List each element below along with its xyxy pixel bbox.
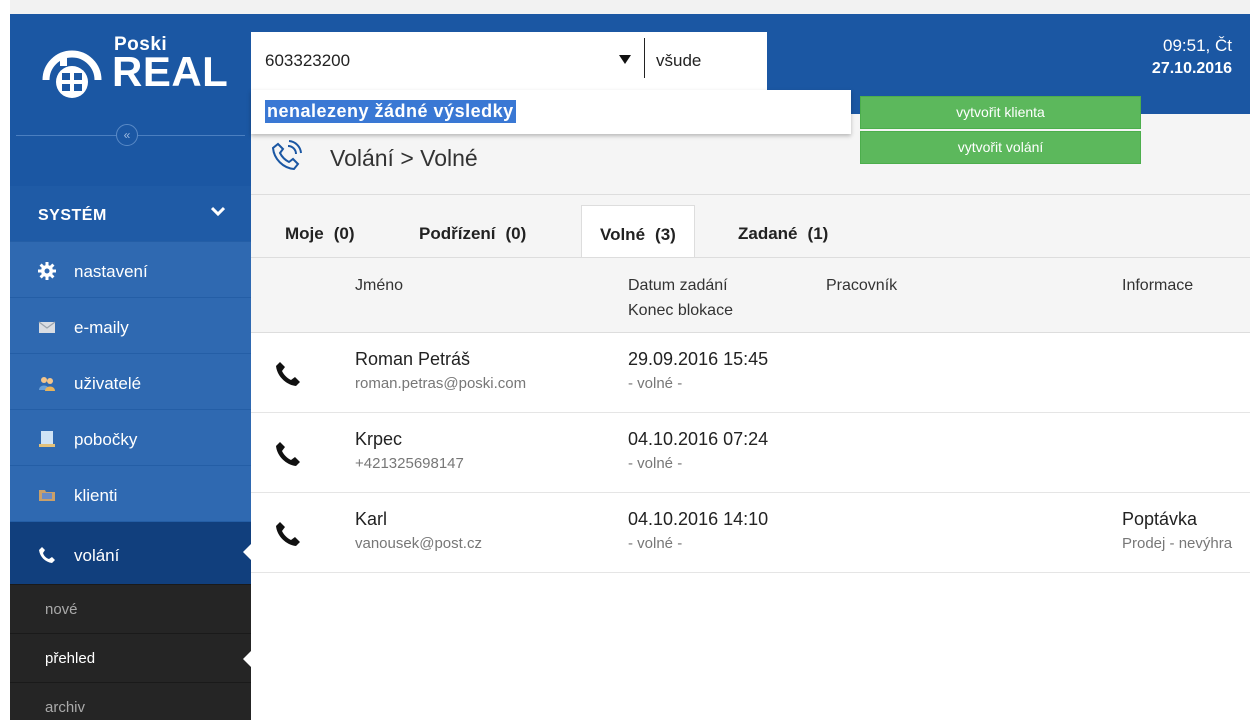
create-client-button[interactable]: vytvořit klienta <box>860 96 1141 129</box>
tab-subordinates[interactable]: Podřízení (0) <box>419 205 526 257</box>
row-date: 04.10.2016 14:10 <box>628 509 769 529</box>
tab-label: Podřízení <box>419 224 496 243</box>
tab-label: Volné <box>600 225 646 244</box>
sidebar-subitem-label: archiv <box>45 699 86 716</box>
table-row[interactable]: Krpec +421325698147 04.10.2016 07:24 - v… <box>251 413 1250 493</box>
sidebar-item-settings[interactable]: nastavení <box>10 241 251 297</box>
phone-ringing-icon <box>271 140 302 171</box>
row-name: Roman Petráš <box>355 349 471 369</box>
table-header: Jméno Datum zadání Konec blokace Pracovn… <box>251 258 1250 333</box>
dropdown-arrow-icon[interactable] <box>618 52 632 66</box>
search-separator <box>644 38 645 78</box>
create-call-button[interactable]: vytvořit volání <box>860 131 1141 164</box>
table-row[interactable]: Karl vanousek@post.cz 04.10.2016 14:10 -… <box>251 493 1250 573</box>
sidebar-subitem-archive[interactable]: archiv <box>10 682 251 720</box>
section-system[interactable]: SYSTÉM <box>10 186 251 241</box>
column-header-name[interactable]: Jméno <box>355 273 403 298</box>
tab-count: (3) <box>655 225 676 244</box>
column-header-worker[interactable]: Pracovník <box>826 273 897 298</box>
section-title: SYSTÉM <box>38 207 107 224</box>
users-icon <box>39 377 55 391</box>
row-contact: +421325698147 <box>355 455 464 472</box>
tab-count: (0) <box>505 224 527 243</box>
tab-label: Moje <box>285 224 324 243</box>
sidebar-subitem-label: přehled <box>45 650 96 667</box>
phone-icon[interactable] <box>275 521 301 547</box>
app-window: Poski REAL « SYSTÉM nastavení e-maily už… <box>10 14 1250 720</box>
logo[interactable]: Poski REAL <box>40 34 230 104</box>
sidebar-item-label: klienti <box>74 486 118 505</box>
sidebar-item-label: pobočky <box>74 430 138 449</box>
calls-table: Jméno Datum zadání Konec blokace Pracovn… <box>251 257 1250 720</box>
top-strip <box>10 0 1250 14</box>
sidebar-item-label: e-maily <box>74 318 129 337</box>
gear-icon <box>38 262 56 280</box>
search-input[interactable] <box>265 46 605 76</box>
sidebar-item-emails[interactable]: e-maily <box>10 297 251 353</box>
row-date: 29.09.2016 15:45 <box>628 349 769 369</box>
phone-icon <box>39 547 55 563</box>
collapse-sidebar-button[interactable]: « <box>116 124 138 146</box>
row-info-sub: Prodej - nevýhra <box>1122 535 1233 552</box>
table-row[interactable]: Roman Petráš roman.petras@poski.com 29.0… <box>251 333 1250 413</box>
row-name: Krpec <box>355 429 403 449</box>
phone-icon[interactable] <box>275 361 301 387</box>
brand-line2: REAL <box>112 48 229 95</box>
row-contact: roman.petras@poski.com <box>355 375 527 392</box>
phone-icon[interactable] <box>275 441 301 467</box>
tab-count: (0) <box>333 224 355 243</box>
sidebar: Poski REAL « SYSTÉM nastavení e-maily už… <box>10 14 251 720</box>
logo-area: Poski REAL « <box>10 14 251 186</box>
tab-assigned[interactable]: Zadané (1) <box>738 205 828 257</box>
search-results-dropdown: nenalezeny žádné výsledky <box>251 90 851 134</box>
column-header-info[interactable]: Informace <box>1122 273 1193 298</box>
sidebar-subitem-label: nové <box>45 601 78 618</box>
breadcrumb-text: Volání > Volné <box>330 145 478 171</box>
sidebar-item-label: uživatelé <box>74 374 142 393</box>
folder-icon <box>39 490 55 501</box>
search-scope-select[interactable]: všude <box>656 51 701 71</box>
clock-date: 27.10.2016 <box>1151 60 1232 77</box>
tab-label: Zadané <box>738 224 798 243</box>
column-header-date-label: Datum zadání <box>628 277 728 294</box>
sidebar-item-clients[interactable]: klienti <box>10 465 251 521</box>
column-header-block-label: Konec blokace <box>628 302 733 319</box>
row-date: 04.10.2016 07:24 <box>628 429 769 449</box>
row-block-status: - volné - <box>628 375 683 392</box>
sidebar-subitem-new[interactable]: nové <box>10 584 251 633</box>
row-block-status: - volné - <box>628 535 683 552</box>
tab-bar: Moje (0) Podřízení (0) Volné (3) Zadané (1) <box>251 195 1250 257</box>
tab-mine[interactable]: Moje (0) <box>285 205 355 257</box>
chevron-down-icon <box>211 206 225 217</box>
building-icon <box>39 431 55 447</box>
no-results-message: nenalezeny žádné výsledky <box>265 100 516 123</box>
row-name: Karl <box>355 509 388 529</box>
column-header-date[interactable]: Datum zadání Konec blokace <box>628 273 733 323</box>
sidebar-item-label: volání <box>74 546 120 565</box>
logo-house-icon <box>42 50 102 98</box>
row-block-status: - volné - <box>628 455 683 472</box>
envelope-icon <box>38 321 56 333</box>
sidebar-item-branches[interactable]: pobočky <box>10 409 251 465</box>
clock-time: 09:51, Čt <box>1163 36 1232 55</box>
sidebar-subitem-overview[interactable]: přehled <box>10 633 251 682</box>
tab-free[interactable]: Volné (3) <box>581 205 695 257</box>
sidebar-item-users[interactable]: uživatelé <box>10 353 251 409</box>
sidebar-item-calls[interactable]: volání <box>10 521 251 584</box>
datetime: 09:51, Čt 27.10.2016 <box>1152 36 1232 78</box>
row-info: Poptávka <box>1122 509 1198 529</box>
sidebar-item-label: nastavení <box>74 262 148 281</box>
row-contact: vanousek@post.cz <box>355 535 482 552</box>
tab-count: (1) <box>807 224 829 243</box>
search-box: všude <box>251 32 767 92</box>
